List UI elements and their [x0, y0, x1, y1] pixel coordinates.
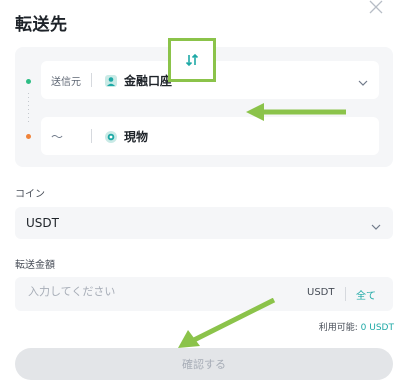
available-label: 利用可能:: [318, 323, 358, 333]
page-title: 転送先: [15, 15, 68, 35]
chevron-down-icon: [357, 74, 369, 93]
swap-highlight-box: [168, 38, 216, 82]
close-icon[interactable]: [369, 0, 385, 16]
available-value: 0 USDT: [360, 323, 394, 333]
annotation-arrow-icon: [246, 103, 348, 125]
from-indicator-dot: [26, 79, 31, 84]
to-indicator-dot: [26, 134, 31, 139]
annotation-arrow-icon: [176, 297, 278, 354]
divider: [345, 287, 346, 301]
chevron-down-icon: [370, 218, 382, 237]
divider: [91, 129, 92, 143]
to-account-name: 現物: [124, 129, 149, 144]
swap-arrows-icon[interactable]: [182, 50, 202, 70]
max-all-button[interactable]: 全て: [356, 287, 376, 302]
to-label: ～: [51, 129, 64, 144]
amount-label: 転送金額: [15, 260, 55, 271]
coin-select[interactable]: USDT: [15, 207, 393, 239]
divider: [91, 73, 92, 87]
from-account-name: 金融口座: [124, 73, 173, 88]
finance-account-icon: [104, 73, 118, 87]
coin-label: コイン: [15, 189, 45, 200]
coin-value: USDT: [26, 216, 59, 230]
available-balance: 利用可能: 0 USDT: [319, 320, 394, 333]
connector-dots: [28, 93, 29, 125]
spot-wallet-icon: [104, 129, 118, 143]
confirm-button-label: 確認する: [182, 358, 226, 371]
amount-unit: USDT: [307, 287, 335, 298]
from-label: 送信元: [51, 76, 81, 88]
amount-input[interactable]: [28, 285, 248, 298]
